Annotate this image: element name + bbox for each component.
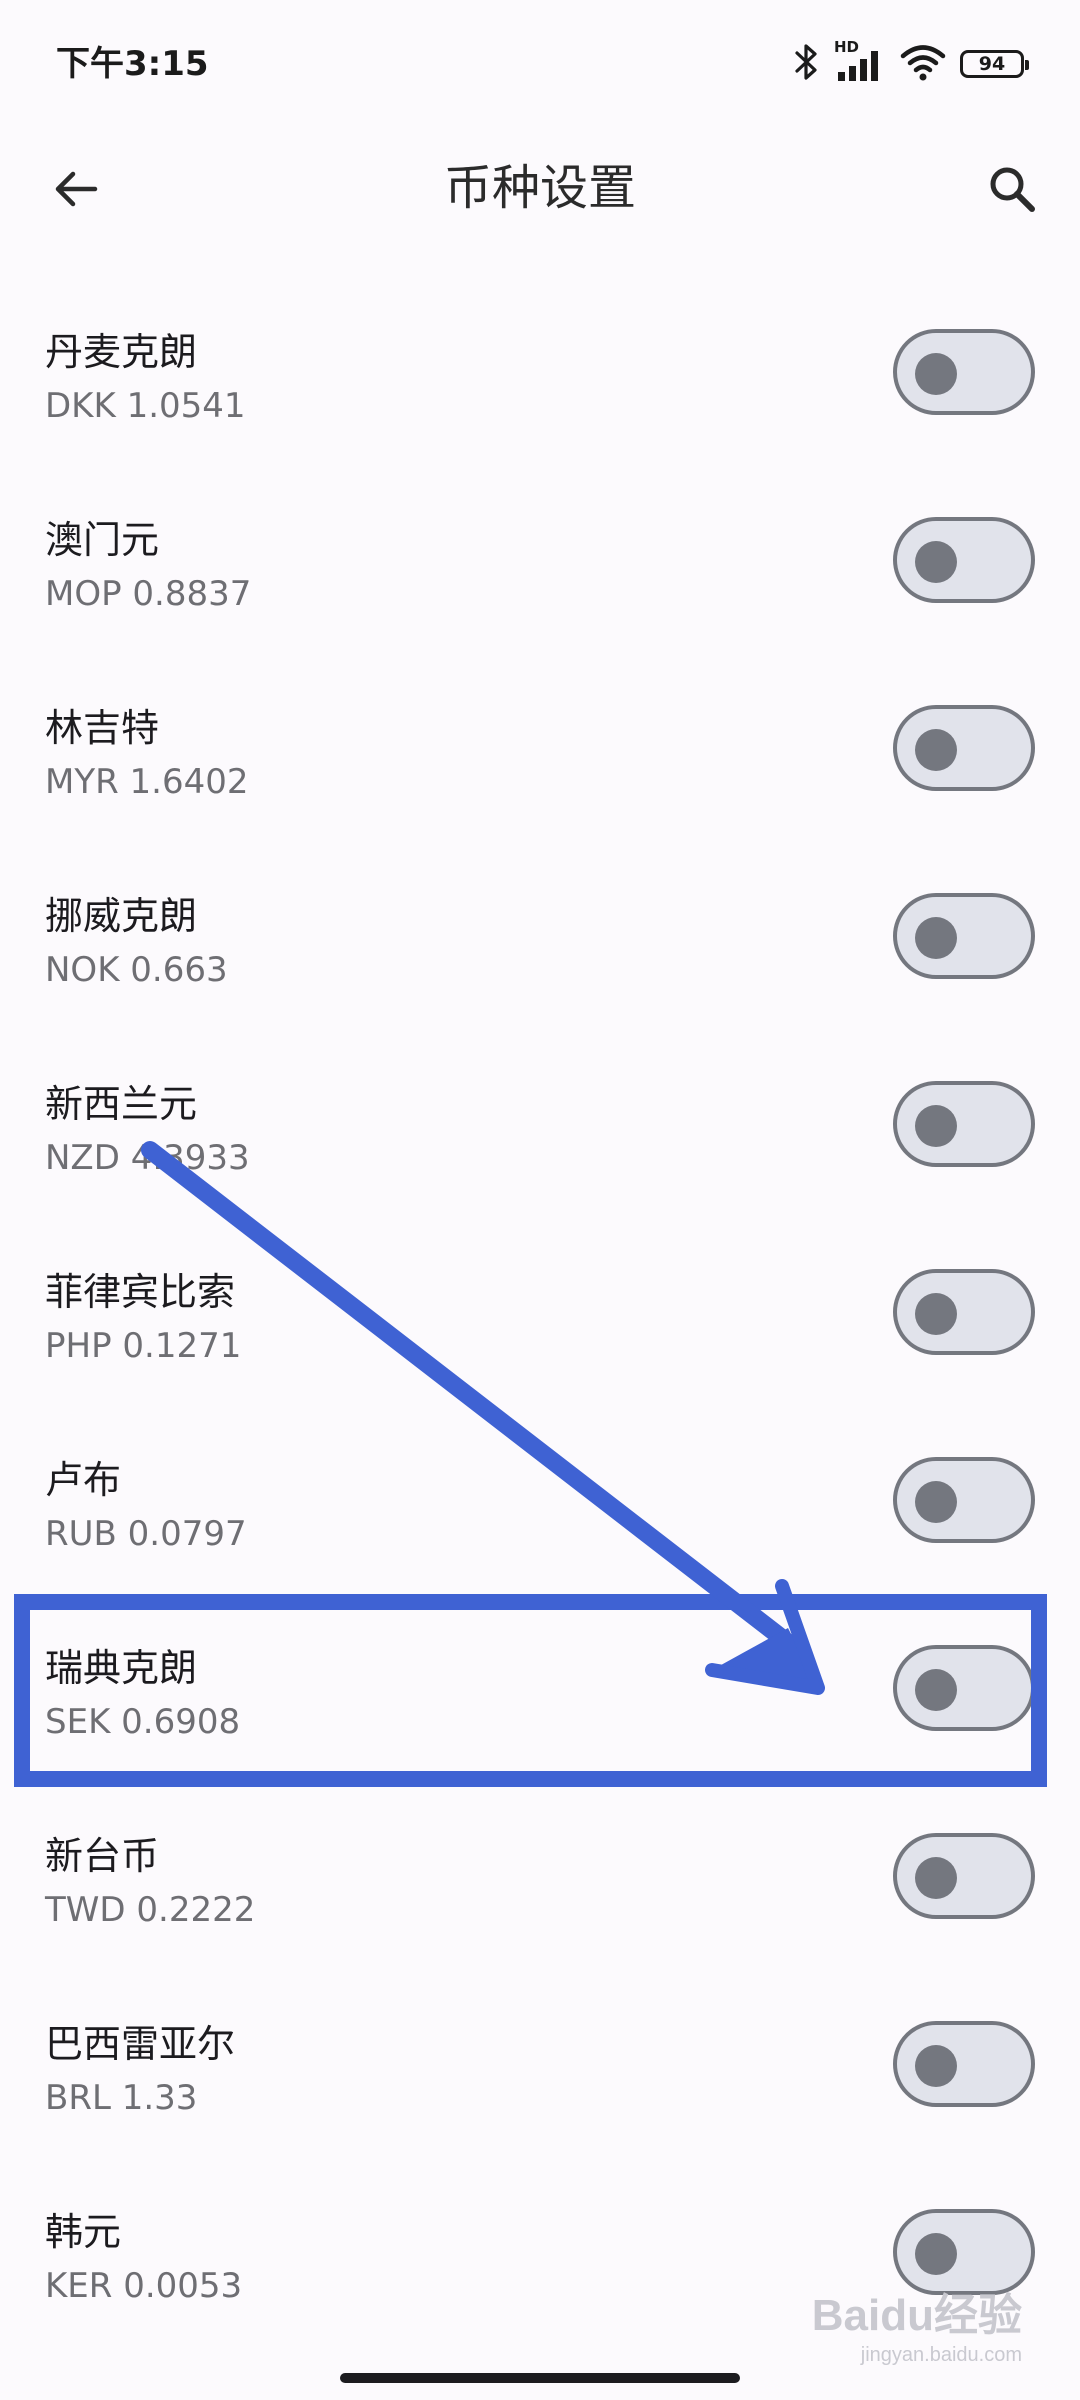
currency-name: 新台币 (45, 1834, 160, 1878)
toggle-knob (915, 1293, 957, 1335)
currency-row[interactable]: 林吉特 MYR 1.6402 (0, 681, 1080, 869)
app-header: 币种设置 (0, 125, 1080, 250)
toggle-knob (915, 541, 957, 583)
toggle-knob (915, 917, 957, 959)
currency-row[interactable]: 丹麦克朗 DKK 1.0541 (0, 305, 1080, 493)
currency-row-highlighted[interactable]: 瑞典克朗 SEK 0.6908 (0, 1621, 1080, 1809)
currency-toggle[interactable] (893, 893, 1035, 979)
toggle-knob (915, 353, 957, 395)
currency-rate: MOP 0.8837 (45, 574, 252, 614)
currency-row[interactable]: 巴西雷亚尔 BRL 1.33 (0, 1997, 1080, 2185)
toggle-knob (915, 1669, 957, 1711)
currency-name: 卢布 (45, 1458, 122, 1502)
currency-row[interactable]: 新台币 TWD 0.2222 (0, 1809, 1080, 1997)
toggle-knob (915, 729, 957, 771)
currency-toggle[interactable] (893, 1833, 1035, 1919)
currency-name: 新西兰元 (45, 1082, 198, 1126)
search-button[interactable] (972, 151, 1052, 231)
currency-rate: MYR 1.6402 (45, 762, 249, 802)
toggle-knob (915, 1105, 957, 1147)
status-time: 下午3:15 (56, 44, 209, 84)
currency-rate: RUB 0.0797 (45, 1514, 247, 1554)
wifi-icon (900, 42, 946, 86)
currency-rate: NOK 0.663 (45, 950, 228, 990)
currency-row[interactable]: 新西兰元 NZD 4.3933 (0, 1057, 1080, 1245)
currency-toggle[interactable] (893, 1645, 1035, 1731)
currency-toggle[interactable] (893, 329, 1035, 415)
currency-row[interactable]: 挪威克朗 NOK 0.663 (0, 869, 1080, 1057)
signal-icon: HD (834, 38, 886, 84)
currency-rate: TWD 0.2222 (45, 1890, 256, 1930)
currency-name: 丹麦克朗 (45, 330, 198, 374)
page-title: 币种设置 (443, 160, 636, 216)
currency-rate: DKK 1.0541 (45, 386, 246, 426)
toggle-knob (915, 1481, 957, 1523)
currency-name: 澳门元 (45, 518, 160, 562)
currency-row[interactable]: 菲律宾比索 PHP 0.1271 (0, 1245, 1080, 1433)
toggle-knob (915, 1857, 957, 1899)
toggle-knob (915, 2045, 957, 2087)
currency-toggle[interactable] (893, 2209, 1035, 2295)
currency-rate: BRL 1.33 (45, 2078, 198, 2118)
search-icon (986, 163, 1038, 219)
currency-toggle[interactable] (893, 1269, 1035, 1355)
currency-rate: SEK 0.6908 (45, 1702, 241, 1742)
currency-rate: PHP 0.1271 (45, 1326, 242, 1366)
status-bar: 下午3:15 HD 94 (0, 0, 1080, 125)
bluetooth-icon (794, 42, 820, 86)
currency-toggle[interactable] (893, 517, 1035, 603)
status-icons: HD 94 (794, 38, 1029, 88)
toggle-knob (915, 2233, 957, 2275)
home-indicator[interactable] (340, 2373, 740, 2383)
currency-toggle[interactable] (893, 1457, 1035, 1543)
currency-row[interactable]: 韩元 KER 0.0053 (0, 2185, 1080, 2373)
currency-row[interactable]: 澳门元 MOP 0.8837 (0, 493, 1080, 681)
currency-name: 菲律宾比索 (45, 1270, 236, 1314)
currency-name: 瑞典克朗 (45, 1646, 198, 1690)
currency-toggle[interactable] (893, 1081, 1035, 1167)
currency-rate: NZD 4.3933 (45, 1138, 250, 1178)
currency-name: 韩元 (45, 2210, 122, 2254)
currency-rate: KER 0.0053 (45, 2266, 243, 2306)
currency-name: 巴西雷亚尔 (45, 2022, 236, 2066)
currency-name: 林吉特 (45, 706, 160, 750)
currency-row[interactable]: 卢布 RUB 0.0797 (0, 1433, 1080, 1621)
currency-name: 挪威克朗 (45, 894, 198, 938)
currency-toggle[interactable] (893, 705, 1035, 791)
currency-toggle[interactable] (893, 2021, 1035, 2107)
currency-list: 丹麦克朗 DKK 1.0541 澳门元 MOP 0.8837 林吉特 MYR 1… (0, 305, 1080, 2373)
battery-icon: 94 (960, 50, 1029, 78)
battery-level: 94 (978, 53, 1006, 75)
